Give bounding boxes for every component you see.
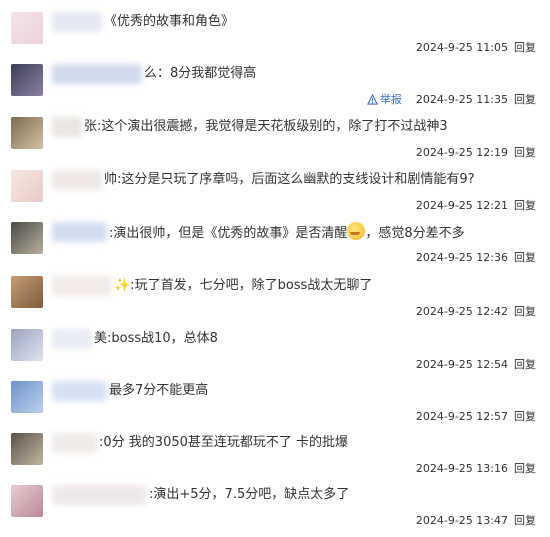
comment-body: 这分是只玩了序章吗，后面这么幽默的支线设计和剧情能有9?	[121, 172, 475, 187]
comment-timestamp: 2024-9-25 12:54	[415, 358, 508, 371]
reply-button[interactable]: 回复	[514, 305, 536, 318]
avatar[interactable]	[11, 170, 43, 202]
comment-text: 美:boss战10，总体8	[94, 329, 218, 349]
comment-body: 0分 我的3050甚至连玩都玩不了 卡的批爆	[103, 435, 349, 450]
comment-list: 《优秀的故事和角色》 2024-9-25 11:05 回复 么：8分我都觉得高 举报 20…	[0, 0, 550, 531]
comment-text: 张:这个演出很震撼，我觉得是天花板级别的，除了打不过战神3	[84, 117, 448, 137]
comment-body: 8分我都觉得高	[170, 66, 257, 81]
reply-button[interactable]: 回复	[514, 410, 536, 423]
comment-prefix: 帅:	[104, 172, 122, 187]
username-blurred[interactable]	[52, 117, 82, 137]
comment-timestamp: 2024-9-25 12:57	[415, 410, 508, 423]
username-blurred[interactable]	[52, 222, 107, 242]
avatar[interactable]	[11, 64, 43, 96]
comment-row: :0分 我的3050甚至连玩都玩不了 卡的批爆 2024-9-25 13:16 回复	[0, 433, 550, 485]
comment-meta: 2024-9-25 11:05 回复	[416, 40, 536, 56]
comment-row: 《优秀的故事和角色》 2024-9-25 11:05 回复	[0, 12, 550, 64]
comment-meta: 举报 2024-9-25 11:35 回复	[366, 92, 536, 108]
comment-timestamp: 2024-9-25 13:47	[415, 514, 508, 527]
comment-timestamp: 2024-9-25 13:16	[415, 462, 508, 475]
comment-meta: 2024-9-25 12:54 回复	[416, 357, 536, 373]
username-blurred[interactable]	[52, 64, 142, 84]
comment-meta: 2024-9-25 13:47 回复	[416, 513, 536, 529]
comment-prefix: ✨:	[114, 278, 135, 293]
reply-button[interactable]: 回复	[514, 199, 536, 212]
comment-text: :演出很帅，但是《优秀的故事》是否清醒 ，感觉8分差不多	[109, 222, 465, 242]
comment-prefix: 最多	[109, 383, 136, 398]
avatar[interactable]	[11, 381, 43, 413]
avatar[interactable]	[11, 12, 43, 44]
comment-meta: 2024-9-25 12:21 回复	[416, 198, 536, 214]
reply-button[interactable]: 回复	[514, 41, 536, 54]
comment-meta: 2024-9-25 12:36 回复	[416, 250, 536, 266]
comment-meta: 2024-9-25 12:57 回复	[416, 409, 536, 425]
comment-body-suffix: ，感觉8分差不多	[365, 226, 465, 241]
comment-text: 么：8分我都觉得高	[144, 64, 256, 84]
comment-body: 这个演出很震撼，我觉得是天花板级别的，除了打不过战神3	[101, 119, 448, 134]
comment-timestamp: 2024-9-25 12:21	[415, 199, 508, 212]
reply-button[interactable]: 回复	[514, 251, 536, 264]
report-label: 举报	[379, 93, 402, 106]
comment-body: 7分不能更高	[135, 383, 209, 398]
comment-body: 演出很帅，但是《优秀的故事》是否清醒	[113, 226, 348, 241]
comment-row: 帅:这分是只玩了序章吗，后面这么幽默的支线设计和剧情能有9? 2024-9-25 …	[0, 170, 550, 222]
comment-row: ✨:玩了首发，七分吧，除了boss战太无聊了 2024-9-25 12:42 回复	[0, 276, 550, 328]
comment-timestamp: 2024-9-25 12:42	[415, 305, 508, 318]
comment-timestamp: 2024-9-25 12:36	[415, 251, 508, 264]
avatar[interactable]	[11, 485, 43, 517]
avatar[interactable]	[11, 117, 43, 149]
avatar[interactable]	[11, 276, 43, 308]
comment-row: :演出+5分，7.5分吧，缺点太多了 2024-9-25 13:47 回复	[0, 485, 550, 537]
username-blurred[interactable]	[52, 12, 102, 32]
username-blurred[interactable]	[52, 276, 112, 296]
avatar[interactable]	[11, 433, 43, 465]
comment-body: 演出+5分，7.5分吧，缺点太多了	[153, 487, 350, 502]
reply-button[interactable]: 回复	[514, 358, 536, 371]
comment-timestamp: 2024-9-25 11:05	[415, 41, 508, 54]
username-blurred[interactable]	[52, 170, 102, 190]
comment-timestamp: 2024-9-25 12:19	[415, 146, 508, 159]
comment-meta: 2024-9-25 12:19 回复	[416, 145, 536, 161]
comment-row: 张:这个演出很震撼，我觉得是天花板级别的，除了打不过战神3 2024-9-25 1…	[0, 117, 550, 169]
comment-text: :演出+5分，7.5分吧，缺点太多了	[149, 485, 349, 505]
comment-meta: 2024-9-25 13:16 回复	[416, 461, 536, 477]
emoji-icon	[347, 222, 366, 240]
report-button[interactable]: 举报	[366, 92, 402, 108]
comment-row: 么：8分我都觉得高举报 2024-9-25 11:35 回复	[0, 64, 550, 116]
comment-text: 帅:这分是只玩了序章吗，后面这么幽默的支线设计和剧情能有9?	[104, 170, 475, 190]
comment-row: 最多7分不能更高 2024-9-25 12:57 回复	[0, 381, 550, 433]
comment-body: 《优秀的故事和角色》	[104, 14, 235, 29]
reply-button[interactable]: 回复	[514, 462, 536, 475]
comment-body: 玩了首发，七分吧，除了boss战太无聊了	[134, 278, 373, 293]
username-blurred[interactable]	[52, 329, 92, 349]
username-blurred[interactable]	[52, 381, 107, 401]
comment-row: 美:boss战10，总体8 2024-9-25 12:54 回复	[0, 329, 550, 381]
comment-row: :演出很帅，但是《优秀的故事》是否清醒 ，感觉8分差不多 2024-9-25 12:…	[0, 222, 550, 274]
comment-text: 《优秀的故事和角色》	[104, 12, 234, 32]
reply-button[interactable]: 回复	[514, 93, 536, 106]
comment-text: :0分 我的3050甚至连玩都玩不了 卡的批爆	[99, 433, 348, 453]
username-blurred[interactable]	[52, 485, 147, 505]
comment-text: ✨:玩了首发，七分吧，除了boss战太无聊了	[114, 276, 372, 296]
comment-body: boss战10，总体8	[111, 331, 218, 346]
comment-meta: 2024-9-25 12:42 回复	[416, 304, 536, 320]
reply-button[interactable]: 回复	[514, 146, 536, 159]
comment-prefix: 美:	[94, 331, 112, 346]
comment-text: 最多7分不能更高	[109, 381, 208, 401]
comment-prefix: 么：	[144, 66, 171, 81]
avatar[interactable]	[11, 222, 43, 254]
username-blurred[interactable]	[52, 433, 97, 453]
reply-button[interactable]: 回复	[514, 514, 536, 527]
warning-icon	[366, 93, 378, 105]
avatar[interactable]	[11, 329, 43, 361]
comment-timestamp: 2024-9-25 11:35	[415, 93, 508, 106]
comment-prefix: 张:	[84, 119, 102, 134]
